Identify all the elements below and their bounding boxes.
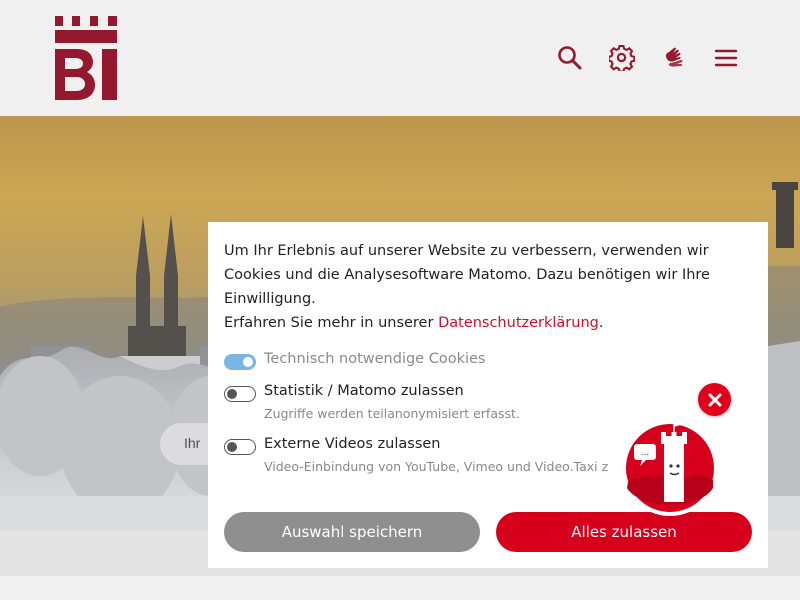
cookie-intro-line1: Um Ihr Erlebnis auf unserer Website zu v… [224, 243, 710, 307]
external-videos-label[interactable]: Externe Videos zulassen [264, 436, 441, 452]
essential-cookies-label: Technisch notwendige Cookies [264, 351, 486, 367]
chatbot-bubble-text: ... [641, 448, 650, 458]
cookie-intro-prefix: Erfahren Sie mehr in unserer [224, 315, 439, 331]
statistics-description: Zugriffe werden teilanonymisiert erfasst… [264, 406, 520, 421]
external-videos-description: Video-Einbindung von YouTube, Vimeo und … [264, 459, 609, 474]
cookie-intro-suffix: . [598, 315, 604, 331]
statistics-label[interactable]: Statistik / Matomo zulassen [264, 383, 464, 399]
close-icon[interactable] [698, 383, 731, 416]
essential-cookies-toggle [224, 354, 256, 370]
statistics-toggle[interactable] [224, 386, 256, 402]
save-selection-button[interactable]: Auswahl speichern [224, 512, 480, 552]
external-videos-toggle[interactable] [224, 439, 256, 455]
privacy-policy-link[interactable]: Datenschutzerklärung [438, 315, 599, 331]
cookie-intro-text: Um Ihr Erlebnis auf unserer Website zu v… [224, 239, 744, 335]
chatbot-tower-icon[interactable]: ... [620, 418, 720, 518]
